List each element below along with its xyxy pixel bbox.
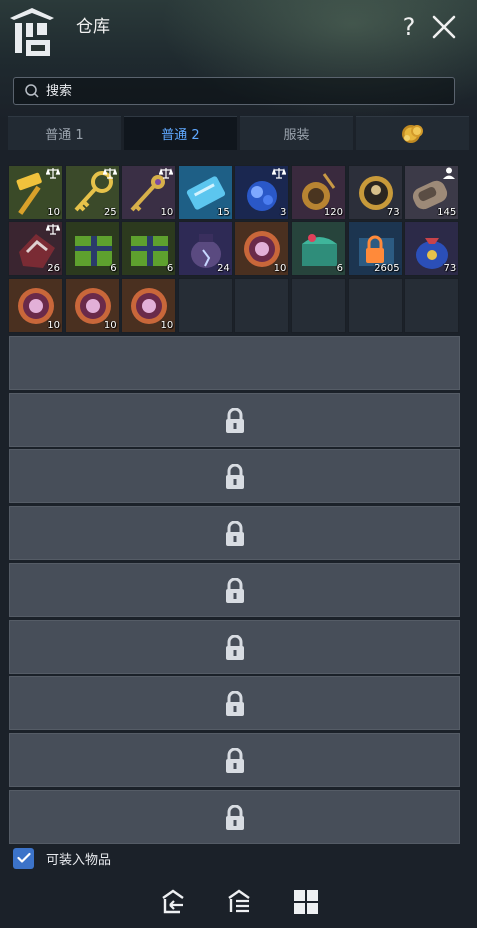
tradeable-scale-icon — [46, 168, 60, 179]
lock-icon — [226, 464, 244, 490]
item-quantity: 145 — [437, 207, 457, 218]
deposit-icon[interactable] — [159, 888, 187, 916]
item-slot[interactable]: 10 — [64, 277, 120, 333]
item-quantity: 10 — [47, 319, 60, 331]
empty-slot[interactable] — [291, 277, 346, 333]
item-slot[interactable]: 6 — [64, 221, 120, 277]
item-quantity: 10 — [47, 207, 60, 218]
item-quantity: 10 — [160, 207, 174, 218]
locked-storage-row[interactable] — [9, 789, 460, 844]
search-icon — [25, 84, 39, 98]
tab-label: 普通 1 — [45, 128, 84, 143]
storable-items-toggle[interactable]: 可装入物品 — [13, 847, 111, 869]
item-slot[interactable]: 26 — [8, 221, 63, 277]
item-quantity: 6 — [166, 263, 174, 275]
locked-storage-row[interactable] — [9, 732, 460, 787]
tab-normal-2[interactable]: 普通 2 — [124, 116, 237, 150]
item-slot[interactable]: 24 — [177, 221, 233, 277]
lock-icon — [226, 577, 244, 603]
lock-icon — [226, 691, 244, 717]
tradeable-scale-icon — [272, 168, 287, 179]
tab-bar: 普通 1 普通 2 服装 — [8, 116, 469, 150]
close-icon[interactable] — [431, 14, 457, 40]
item-slot[interactable]: 6 — [291, 221, 346, 277]
storable-items-label: 可装入物品 — [46, 852, 112, 868]
window-header: 仓库 ? — [0, 0, 477, 70]
item-slot[interactable]: 73 — [347, 165, 403, 220]
storage-row[interactable] — [9, 336, 460, 390]
lock-icon — [226, 634, 244, 660]
search-box — [13, 77, 455, 105]
tradeable-scale-icon — [46, 224, 60, 235]
item-quantity: 25 — [103, 207, 117, 218]
empty-slot[interactable] — [177, 277, 233, 333]
item-quantity: 15 — [217, 207, 230, 218]
item-slot[interactable]: 3 — [234, 165, 290, 220]
lock-icon — [226, 804, 244, 830]
empty-slot[interactable] — [404, 277, 460, 333]
item-slot[interactable]: 15 — [177, 165, 233, 220]
tab-gold[interactable] — [356, 116, 469, 150]
empty-slot[interactable] — [347, 277, 403, 333]
item-slot[interactable]: 6 — [121, 221, 177, 277]
item-quantity: 6 — [336, 263, 343, 275]
tab-normal-1[interactable]: 普通 1 — [8, 116, 121, 150]
item-slot[interactable]: 10 — [8, 277, 63, 333]
bound-character-icon — [443, 167, 456, 179]
grid-view-icon[interactable] — [292, 888, 320, 916]
help-button[interactable]: ? — [398, 12, 420, 42]
sort-icon[interactable] — [225, 888, 253, 916]
item-slot[interactable]: 10 — [234, 221, 290, 277]
locked-storage-row[interactable] — [9, 562, 460, 617]
item-slot[interactable]: 73 — [404, 221, 460, 277]
item-quantity: 120 — [323, 207, 343, 218]
gold-coin-icon — [401, 124, 423, 143]
locked-storage-row[interactable] — [9, 676, 460, 731]
empty-slot[interactable] — [234, 277, 290, 333]
locked-storage-row[interactable] — [9, 619, 460, 674]
checkmark-icon — [16, 852, 31, 863]
storable-items-checkbox[interactable] — [13, 847, 34, 869]
lock-icon — [226, 747, 244, 773]
item-grid: 10 25 10 15 3 120 73 145 26 6 6 24 10 6 2605 73 10 10 10 — [8, 165, 461, 335]
item-quantity: 10 — [160, 319, 174, 331]
locked-storage-row[interactable] — [9, 506, 460, 561]
item-quantity: 73 — [386, 207, 400, 218]
tab-costume[interactable]: 服装 — [240, 116, 353, 150]
item-slot[interactable]: 145 — [404, 165, 460, 220]
search-input[interactable] — [46, 79, 446, 103]
item-quantity: 26 — [47, 263, 60, 275]
item-slot[interactable]: 2605 — [347, 221, 403, 277]
locked-storage-row[interactable] — [9, 392, 460, 447]
item-quantity: 3 — [280, 207, 287, 218]
item-slot[interactable]: 120 — [291, 165, 346, 220]
item-quantity: 2605 — [374, 263, 400, 275]
item-quantity: 73 — [443, 263, 457, 275]
item-slot[interactable]: 10 — [121, 165, 177, 220]
item-quantity: 10 — [273, 263, 287, 275]
item-quantity: 6 — [110, 263, 117, 275]
item-slot[interactable]: 25 — [64, 165, 120, 220]
tradeable-scale-icon — [102, 168, 117, 179]
item-quantity: 10 — [103, 319, 117, 331]
item-slot[interactable]: 10 — [121, 277, 177, 333]
lock-icon — [226, 521, 244, 547]
item-slot[interactable]: 10 — [8, 165, 63, 220]
tradeable-scale-icon — [159, 168, 174, 179]
warehouse-window: 仓库 ? 普通 1 普通 2 服装 10 25 10 15 3 120 73 145 26 6 6 2… — [0, 0, 477, 928]
tab-label: 服装 — [283, 128, 310, 143]
lock-icon — [226, 407, 244, 433]
item-quantity: 24 — [217, 263, 230, 275]
tab-label: 普通 2 — [161, 128, 200, 143]
locked-storage-row[interactable] — [9, 449, 460, 504]
window-title: 仓库 — [76, 17, 110, 37]
warehouse-icon — [10, 8, 54, 56]
